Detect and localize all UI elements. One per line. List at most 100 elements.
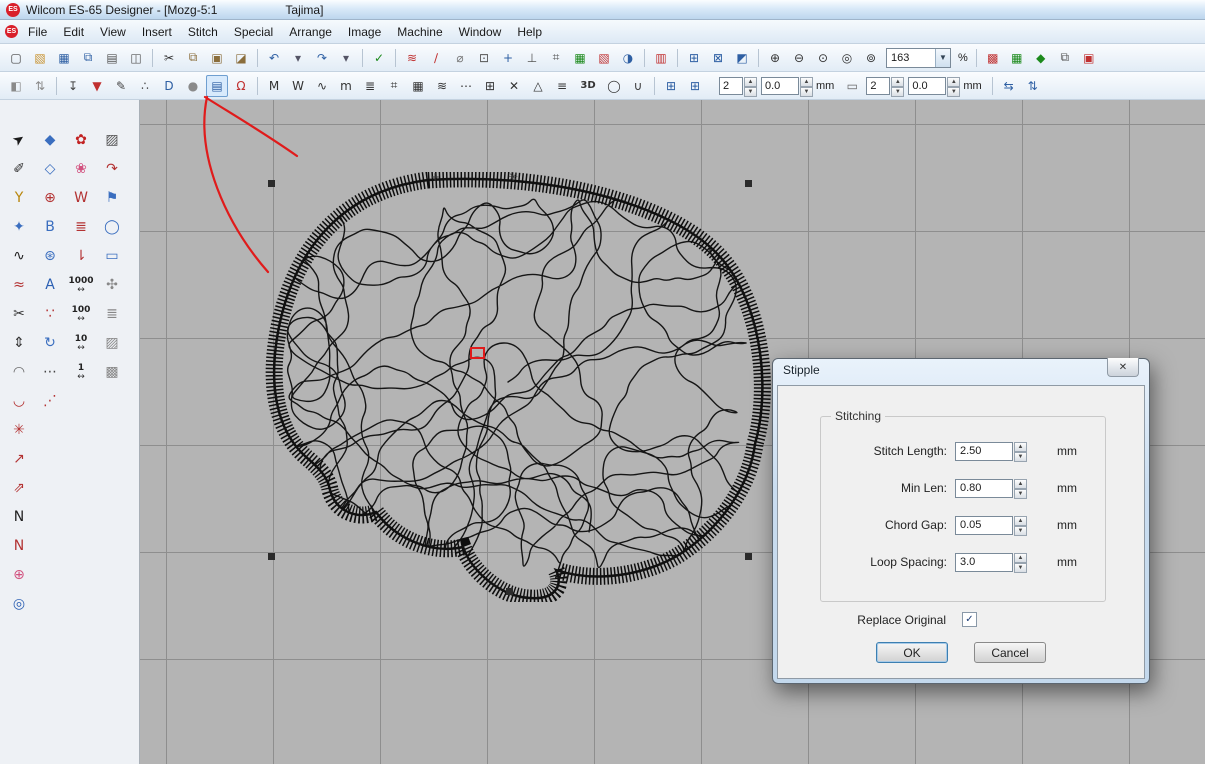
weave-fill-icon[interactable]: ▦ — [407, 75, 429, 97]
replace-original-checkbox[interactable]: ✓ — [962, 612, 977, 627]
spin-down-button[interactable]: ▼ — [1014, 489, 1027, 499]
table-icon[interactable]: ⊞ — [683, 47, 705, 69]
selection-handle-bottom-right[interactable] — [745, 553, 752, 560]
menu-arrange[interactable]: Arrange — [281, 22, 340, 42]
column-zigzag-tool[interactable]: W — [68, 186, 94, 210]
pattern-fill-icon[interactable]: ⌗ — [383, 75, 405, 97]
hatch-fill-tool[interactable]: ▨ — [99, 128, 125, 152]
ellipse-tool[interactable]: ◯ — [99, 215, 125, 239]
spin-up-button[interactable]: ▲ — [947, 77, 960, 87]
stipple-run-button[interactable]: ▤ — [206, 75, 228, 97]
min-len-input[interactable]: 0.80 — [955, 479, 1013, 498]
menu-help[interactable]: Help — [509, 22, 550, 42]
measure-grid-icon[interactable]: ▦ — [1006, 47, 1028, 69]
pin-stitch-icon[interactable]: ⊥ — [521, 47, 543, 69]
contour-fill-icon[interactable]: △ — [527, 75, 549, 97]
spin-up-button[interactable]: ▲ — [1014, 516, 1027, 526]
lettering-tool[interactable]: A — [37, 273, 63, 297]
spin-up-button[interactable]: ▲ — [891, 77, 904, 87]
flower-motif-tool[interactable]: ✿ — [68, 128, 94, 152]
selection-handle-top-left[interactable] — [268, 180, 275, 187]
nudge-icon[interactable]: ⇅ — [1022, 75, 1044, 97]
stem-run-tool[interactable]: ≈ — [6, 273, 32, 297]
menu-insert[interactable]: Insert — [134, 22, 180, 42]
ellipse-stitch-icon[interactable]: ◯ — [603, 75, 625, 97]
tatami-fill-icon[interactable]: ≣ — [359, 75, 381, 97]
redo-dropdown-icon[interactable]: ▾ — [335, 47, 357, 69]
stipple-outline-button[interactable]: Ω — [230, 75, 252, 97]
ruler-icon[interactable]: ▭ — [841, 75, 863, 97]
run-stitch-icon[interactable]: ∿ — [311, 75, 333, 97]
pen-icon[interactable]: ✎ — [110, 75, 132, 97]
cells-icon[interactable]: ▦ — [569, 47, 591, 69]
cross-stitch-icon[interactable]: ✕ — [503, 75, 525, 97]
guide-spacing-field[interactable]: 0.0▲▼mm — [908, 77, 985, 95]
dot-gray-icon[interactable]: ● — [182, 75, 204, 97]
spin-down-button[interactable]: ▼ — [744, 87, 757, 97]
stipple-fill-icon[interactable]: ⋯ — [455, 75, 477, 97]
three-d-button[interactable]: 3D — [575, 75, 601, 97]
team-names-tool[interactable]: ∵ — [37, 302, 63, 326]
n-curve-red-tool[interactable]: N — [6, 534, 32, 558]
cross-fill-icon[interactable]: ⊞ — [479, 75, 501, 97]
column-stitch-tool[interactable]: ≣ — [68, 215, 94, 239]
preset-100[interactable]: 100↔ — [68, 302, 94, 326]
spin-down-button[interactable]: ▼ — [1014, 563, 1027, 573]
design-view-icon[interactable]: ◧ — [5, 75, 27, 97]
zoom-fit-icon[interactable]: ◎ — [836, 47, 858, 69]
hoop-icon[interactable]: ◆ — [1030, 47, 1052, 69]
motif-run-tool[interactable]: ✳ — [6, 418, 32, 442]
menu-stitch[interactable]: Stitch — [180, 22, 226, 42]
loop-spacing-input[interactable]: 3.0 — [955, 553, 1013, 572]
generate-stitches-icon[interactable]: ✓ — [368, 47, 390, 69]
exit-point-tool[interactable]: ◎ — [6, 592, 32, 616]
satin-stitch-icon[interactable]: M — [263, 75, 285, 97]
pattern-a-tool[interactable]: ▨ — [99, 331, 125, 355]
spin-down-button[interactable]: ▼ — [1014, 452, 1027, 462]
wave-fill-icon[interactable]: ≋ — [431, 75, 453, 97]
line-fill-icon[interactable]: ≡ — [551, 75, 573, 97]
columns-gray-tool[interactable]: ≣ — [99, 302, 125, 326]
undo-dropdown-icon[interactable]: ▾ — [287, 47, 309, 69]
spin-up-button[interactable]: ▲ — [1014, 442, 1027, 452]
dotted-outline-icon[interactable]: ⊡ — [473, 47, 495, 69]
spin-down-button[interactable]: ▼ — [891, 87, 904, 97]
pan-icon[interactable]: ⇆ — [998, 75, 1020, 97]
zigzag-run-tool[interactable]: ∿ — [6, 244, 32, 268]
stitch-dots-icon[interactable]: ∴ — [134, 75, 156, 97]
spin-up-button[interactable]: ▲ — [800, 77, 813, 87]
open-object-tool[interactable]: ◇ — [37, 157, 63, 181]
slant-stitch-icon[interactable]: ∕ — [425, 47, 447, 69]
save-all-icon[interactable]: ⧉ — [77, 47, 99, 69]
needle-point-icon[interactable]: ↧ — [62, 75, 84, 97]
star-tool[interactable]: ✦ — [6, 215, 32, 239]
selection-handle-bottom-center[interactable] — [506, 588, 513, 595]
globe-tool[interactable]: ⊛ — [37, 244, 63, 268]
oval-stitch-icon[interactable]: ∪ — [627, 75, 649, 97]
grid-show-icon[interactable]: ⊞ — [684, 75, 706, 97]
daisy-motif-tool[interactable]: ❀ — [68, 157, 94, 181]
redo-icon[interactable]: ↷ — [311, 47, 333, 69]
selection-handle-bottom-left[interactable] — [268, 553, 275, 560]
design-properties-icon[interactable]: D — [158, 75, 180, 97]
menu-edit[interactable]: Edit — [55, 22, 92, 42]
preset-1[interactable]: 1↔ — [68, 360, 94, 384]
dialog-title[interactable]: Stipple — [783, 363, 820, 377]
blend-icon[interactable]: ⌀ — [449, 47, 471, 69]
arc-digitize-tool[interactable]: ↷ — [99, 157, 125, 181]
rectangle-tool[interactable]: ▭ — [99, 244, 125, 268]
print-preview-icon[interactable]: ◫ — [125, 47, 147, 69]
sheet-icon[interactable]: ⊠ — [707, 47, 729, 69]
fan-tool[interactable]: ◠ — [6, 360, 32, 384]
menu-special[interactable]: Special — [226, 22, 281, 42]
open-icon[interactable]: ▧ — [29, 47, 51, 69]
grid-snap-icon[interactable]: ⊞ — [660, 75, 682, 97]
spin-up-button[interactable]: ▲ — [744, 77, 757, 87]
dotted-run-tool[interactable]: ⋰ — [37, 389, 63, 413]
zoom-in-icon[interactable]: ⊕ — [764, 47, 786, 69]
cut-tool[interactable]: ✂ — [6, 302, 32, 326]
cross-hatch-icon[interactable]: + — [497, 47, 519, 69]
selection-handle-top-right[interactable] — [745, 180, 752, 187]
rotate-tool[interactable]: ↻ — [37, 331, 63, 355]
pattern-b-tool[interactable]: ▩ — [99, 360, 125, 384]
